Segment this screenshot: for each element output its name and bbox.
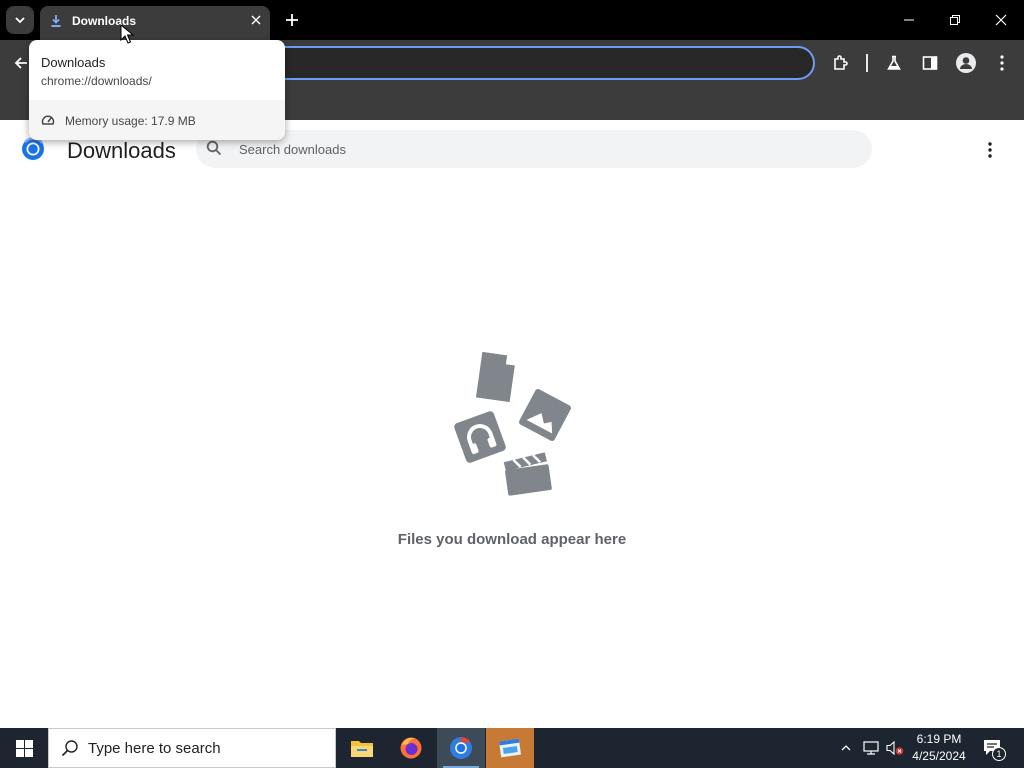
memory-usage-label: Memory usage: 17.9 MB bbox=[65, 114, 196, 128]
page-title: Downloads bbox=[67, 138, 176, 163]
minimize-icon bbox=[904, 19, 914, 21]
folder-icon bbox=[351, 741, 373, 757]
firefox-button[interactable] bbox=[387, 728, 435, 768]
windows-taskbar: Type here to search 6:19 PM 4/25/2024 1 bbox=[0, 728, 1024, 768]
search-icon bbox=[206, 140, 222, 156]
search-downloads-input[interactable]: Search downloads bbox=[196, 130, 872, 168]
notification-badge: 1 bbox=[992, 747, 1006, 761]
chevron-down-icon bbox=[15, 17, 25, 24]
tab-close-button[interactable] bbox=[248, 12, 264, 28]
hover-card-url: chrome://downloads/ bbox=[41, 74, 152, 88]
windows-logo-icon bbox=[15, 739, 33, 757]
image-icon bbox=[519, 389, 571, 441]
labs-button[interactable] bbox=[883, 52, 905, 74]
volume-button[interactable] bbox=[885, 738, 905, 758]
hover-card-footer: Memory usage: 17.9 MB bbox=[29, 100, 285, 140]
download-icon bbox=[50, 14, 62, 28]
flask-icon bbox=[887, 55, 901, 70]
taskbar-clock[interactable]: 6:19 PM 4/25/2024 bbox=[906, 731, 972, 765]
side-panel-button[interactable] bbox=[919, 52, 941, 74]
clock-time: 6:19 PM bbox=[916, 732, 962, 746]
tab-search-button[interactable] bbox=[6, 6, 34, 34]
volume-muted-icon bbox=[886, 740, 904, 756]
avatar-icon bbox=[956, 53, 976, 73]
show-hidden-icons-button[interactable] bbox=[836, 738, 856, 758]
empty-state-illustration bbox=[440, 345, 580, 505]
toolbar-separator bbox=[866, 54, 868, 72]
network-button[interactable] bbox=[861, 738, 881, 758]
chrome-icon bbox=[450, 737, 472, 759]
app-taskbar-button[interactable] bbox=[486, 728, 534, 768]
firefox-icon bbox=[400, 737, 422, 759]
taskbar-search-placeholder: Type here to search bbox=[88, 740, 221, 757]
more-vertical-icon bbox=[1000, 55, 1004, 71]
hover-card-title: Downloads bbox=[41, 55, 106, 70]
chevron-up-icon bbox=[841, 745, 851, 751]
file-explorer-button[interactable] bbox=[338, 728, 386, 768]
restore-icon bbox=[950, 15, 960, 25]
clock-date: 4/25/2024 bbox=[912, 749, 966, 763]
plus-icon bbox=[286, 14, 298, 26]
audio-icon bbox=[454, 411, 506, 463]
browser-menu-button[interactable] bbox=[991, 52, 1013, 74]
minimize-button[interactable] bbox=[886, 0, 932, 40]
side-panel-icon bbox=[922, 56, 938, 70]
new-tab-button[interactable] bbox=[282, 10, 302, 30]
chrome-taskbar-button[interactable] bbox=[437, 728, 485, 768]
close-icon bbox=[995, 14, 1007, 26]
taskbar-search-box[interactable]: Type here to search bbox=[48, 728, 336, 768]
close-window-button[interactable] bbox=[978, 0, 1024, 40]
extensions-button[interactable] bbox=[830, 52, 852, 74]
restore-button[interactable] bbox=[932, 0, 978, 40]
network-icon bbox=[863, 741, 879, 755]
tab-downloads[interactable]: Downloads bbox=[40, 6, 270, 40]
downloads-menu-button[interactable] bbox=[978, 138, 1002, 162]
document-icon bbox=[475, 351, 515, 403]
search-icon bbox=[61, 739, 79, 757]
tab-hover-card: Downloads chrome://downloads/ Memory usa… bbox=[29, 40, 285, 140]
mouse-cursor-icon bbox=[120, 24, 134, 44]
start-button[interactable] bbox=[0, 728, 48, 768]
gauge-icon bbox=[41, 113, 55, 127]
arrow-left-icon bbox=[14, 57, 27, 69]
chrome-logo-icon bbox=[21, 137, 45, 161]
empty-state-message: Files you download appear here bbox=[397, 531, 627, 548]
more-vertical-icon bbox=[988, 142, 992, 158]
profile-button[interactable] bbox=[955, 52, 977, 74]
puzzle-icon bbox=[834, 55, 848, 70]
notification-center-button[interactable]: 1 bbox=[980, 736, 1006, 761]
video-icon bbox=[503, 452, 552, 496]
tab-strip: Downloads bbox=[0, 0, 1024, 40]
app-window-icon bbox=[498, 738, 522, 758]
search-placeholder: Search downloads bbox=[239, 142, 346, 157]
close-icon bbox=[251, 15, 261, 25]
